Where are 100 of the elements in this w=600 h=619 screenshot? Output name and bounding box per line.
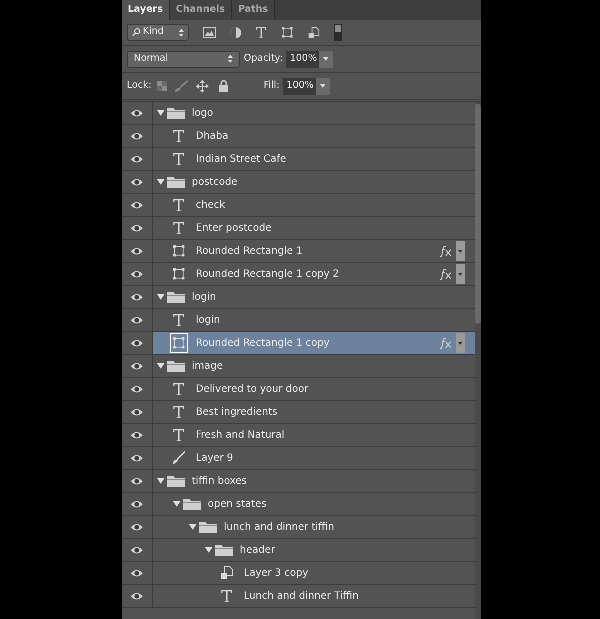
folder-icon [166, 474, 186, 488]
expanded-arrow-icon[interactable] [189, 523, 197, 531]
eye-icon[interactable] [130, 384, 144, 394]
type-layer-icon [221, 590, 233, 602]
opacity-field[interactable]: 100% [286, 50, 334, 68]
layer-row[interactable]: Rounded Rectangle 1 [122, 240, 475, 263]
type-layer-icon [173, 222, 185, 234]
smart-object-icon [220, 566, 234, 580]
layer-row[interactable]: logo [122, 102, 475, 125]
expanded-arrow-icon[interactable] [205, 546, 213, 554]
layer-name: tiffin boxes [192, 474, 248, 488]
fill-label: Fill: [264, 78, 280, 93]
type-filter-icon[interactable] [256, 26, 267, 38]
layer-row[interactable]: Enter postcode [122, 217, 475, 240]
eye-icon[interactable] [130, 178, 144, 186]
eye-icon[interactable] [130, 522, 144, 532]
layer-name: Fresh and Natural [196, 428, 285, 442]
layer-row[interactable]: Rounded Rectangle 1 copy 2 [122, 263, 475, 286]
adjustment-filter-icon[interactable] [230, 26, 242, 38]
blend-mode-select[interactable]: Normal [127, 50, 240, 68]
eye-icon[interactable] [130, 454, 144, 462]
shape-filter-icon[interactable] [281, 26, 294, 39]
type-layer-icon [173, 314, 185, 326]
expanded-arrow-icon[interactable] [157, 293, 165, 301]
effects-toggle[interactable] [456, 264, 465, 284]
eye-icon[interactable] [130, 592, 144, 600]
move-icon[interactable] [196, 80, 209, 92]
layer-name: postcode [192, 176, 238, 190]
layer-row[interactable]: Dhaba [122, 125, 475, 148]
folder-icon [182, 498, 202, 510]
layer-row[interactable]: Fresh and Natural [122, 424, 475, 447]
eye-icon[interactable] [130, 200, 144, 210]
eye-icon[interactable] [130, 338, 144, 348]
effects-icon[interactable] [440, 338, 452, 348]
eye-icon[interactable] [130, 292, 144, 302]
eye-icon[interactable] [130, 108, 144, 118]
effects-icon[interactable] [440, 246, 452, 256]
panel-tab[interactable]: Channels [170, 0, 232, 20]
eye-icon[interactable] [130, 132, 144, 140]
layer-row[interactable]: Rounded Rectangle 1 copy [122, 332, 475, 355]
caret-icon [323, 57, 330, 61]
eye-icon[interactable] [130, 270, 144, 278]
layer-name: Rounded Rectangle 1 [196, 244, 303, 258]
layer-row[interactable]: Best ingredients [122, 401, 475, 424]
effects-toggle[interactable] [456, 241, 465, 261]
eye-icon[interactable] [130, 568, 144, 578]
expanded-arrow-icon[interactable] [157, 477, 165, 485]
panel-tab[interactable]: Layers [122, 0, 170, 20]
layer-name: Best ingredients [196, 406, 278, 420]
eye-icon[interactable] [130, 224, 144, 232]
caret-icon [458, 272, 463, 276]
folder-icon [166, 290, 186, 304]
eye-icon[interactable] [130, 316, 144, 324]
scrollbar[interactable] [475, 102, 481, 619]
layer-row[interactable]: postcode [122, 171, 475, 194]
type-layer-icon [173, 382, 185, 396]
layer-row[interactable]: open states [122, 493, 475, 516]
lock-label: Lock: [127, 78, 152, 93]
folder-icon [166, 106, 186, 120]
layer-row[interactable]: check [122, 194, 475, 217]
layer-row[interactable]: login [122, 309, 475, 332]
type-layer-icon [173, 406, 185, 418]
eye-icon[interactable] [130, 430, 144, 440]
eye-icon[interactable] [130, 246, 144, 256]
fill-field[interactable]: 100% [282, 78, 330, 94]
layer-row[interactable]: Indian Street Cafe [122, 148, 475, 171]
layer-row[interactable]: Layer 3 copy [122, 562, 475, 585]
expanded-arrow-icon[interactable] [157, 362, 165, 370]
eye-icon[interactable] [130, 546, 144, 554]
expanded-arrow-icon[interactable] [173, 500, 181, 508]
layer-row[interactable]: header [122, 539, 475, 562]
effects-toggle[interactable] [456, 333, 465, 353]
stepper-icon [179, 28, 184, 36]
layer-name: Lunch and dinner Tiffin [244, 590, 359, 604]
layer-name: check [196, 198, 226, 212]
layer-row[interactable]: lunch and dinner tiffin [122, 516, 475, 539]
filter-toggle-icon[interactable] [334, 24, 342, 41]
eye-icon[interactable] [130, 362, 144, 370]
expanded-arrow-icon[interactable] [157, 109, 165, 117]
layer-row[interactable]: image [122, 355, 475, 378]
layer-row[interactable]: Layer 9 [122, 447, 475, 470]
layer-row[interactable]: login [122, 286, 475, 309]
layer-row[interactable]: tiffin boxes [122, 470, 475, 493]
shape-layer-icon [172, 243, 186, 259]
lock-icon[interactable] [218, 80, 229, 92]
effects-icon[interactable] [440, 268, 452, 280]
eye-icon[interactable] [130, 154, 144, 164]
smart-object-filter-icon[interactable] [308, 26, 320, 38]
layer-row[interactable]: Delivered to your door [122, 378, 475, 401]
image-filter-icon[interactable] [203, 27, 216, 38]
filter-select[interactable]: Kind [127, 24, 189, 41]
layer-name: header [240, 544, 276, 558]
eye-icon[interactable] [130, 500, 144, 508]
layer-row[interactable]: Lunch and dinner Tiffin [122, 585, 475, 608]
panel-tab[interactable]: Paths [232, 0, 276, 20]
layer-name: Enter postcode [196, 222, 272, 236]
expanded-arrow-icon[interactable] [157, 178, 165, 186]
eye-icon[interactable] [130, 476, 144, 486]
layer-name: login [192, 290, 216, 304]
eye-icon[interactable] [130, 408, 144, 416]
